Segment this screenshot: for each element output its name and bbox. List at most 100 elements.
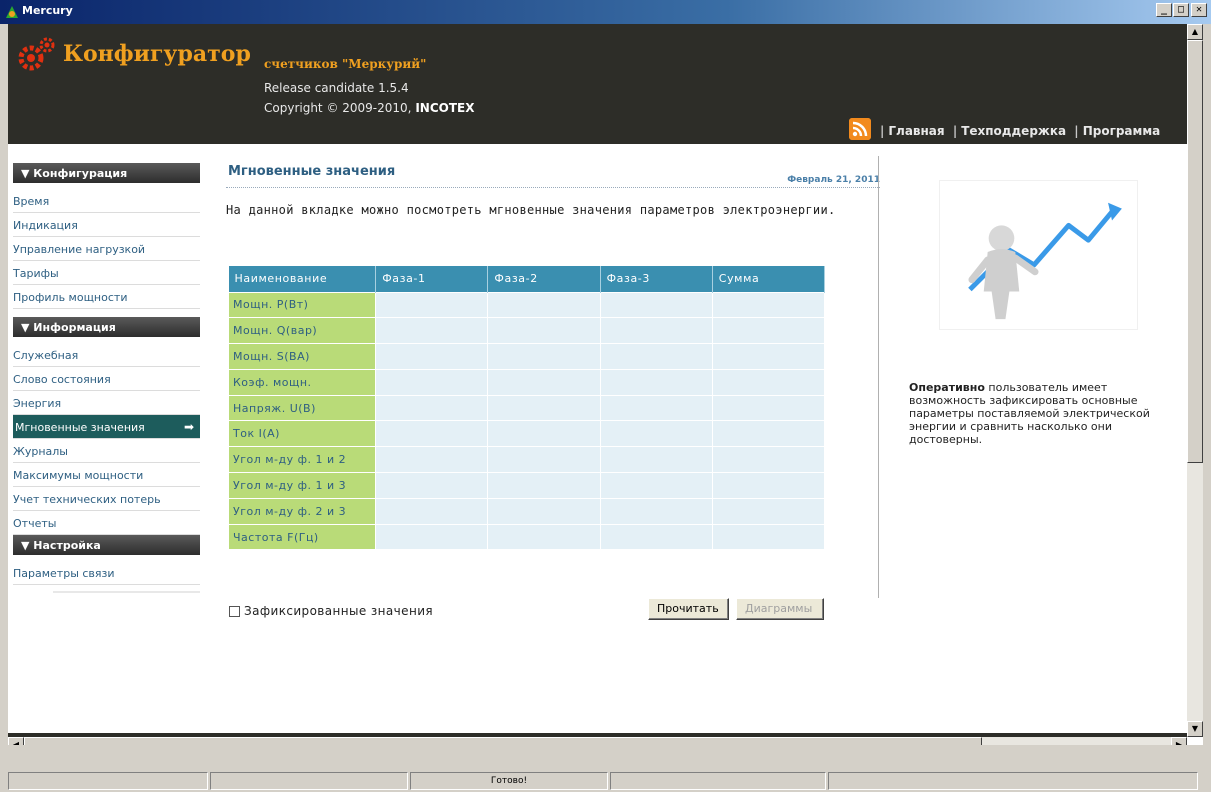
- value-cell: [599, 343, 713, 370]
- browser-viewport: Конфигуратор счетчиков "Меркурий" Releas…: [8, 24, 1203, 745]
- value-cell: [487, 368, 601, 396]
- value-cell: [711, 420, 826, 448]
- value-cell: [711, 497, 826, 525]
- nav-program-link[interactable]: Программа: [1083, 124, 1161, 138]
- col-header: Фаза-1: [375, 266, 489, 292]
- instant-values-table: Наименование Фаза-1 Фаза-2 Фаза-3 Сумма …: [227, 266, 826, 551]
- scroll-left-icon[interactable]: ◀: [8, 737, 24, 745]
- status-message: Готово!: [410, 772, 608, 790]
- value-cell: [487, 291, 601, 319]
- col-header: Фаза-3: [600, 266, 713, 292]
- value-cell: [375, 368, 489, 396]
- value-cell: [711, 343, 826, 370]
- sidebar-item-connection-params[interactable]: Параметры связи: [13, 561, 200, 585]
- column-divider: [878, 156, 879, 598]
- value-cell: [487, 394, 601, 422]
- sidebar-item-service[interactable]: Служебная: [13, 343, 200, 367]
- value-cell: [599, 317, 713, 345]
- value-cell: [599, 420, 713, 448]
- scroll-up-icon[interactable]: ▲: [1187, 24, 1203, 40]
- table-row: Напряж. U(В): [227, 394, 826, 422]
- gears-icon: [18, 37, 55, 71]
- fixed-values-checkbox[interactable]: Зафиксированные значения: [229, 604, 433, 618]
- value-cell: [711, 368, 826, 396]
- row-label: Коэф. мощн.: [227, 368, 377, 396]
- window-title: Mercury: [22, 4, 73, 17]
- value-cell: [375, 394, 489, 422]
- status-pane: [828, 772, 1198, 790]
- row-label: Угол м-ду ф. 1 и 3: [227, 472, 377, 499]
- sidebar-item-power-maximums[interactable]: Максимумы мощности: [13, 463, 200, 487]
- checkbox-box[interactable]: [229, 605, 240, 617]
- col-header: Сумма: [712, 266, 826, 292]
- value-cell: [375, 420, 489, 448]
- sidebar-item-instant-values[interactable]: Мгновенные значения ➡: [13, 415, 200, 439]
- rss-icon[interactable]: [849, 118, 871, 140]
- sidebar-section-info[interactable]: ▼ Информация: [13, 317, 200, 337]
- page-date: Февраль 21, 2011: [787, 175, 880, 185]
- sidebar-section-config[interactable]: ▼ Конфигурация: [13, 163, 200, 183]
- value-cell: [711, 523, 826, 551]
- value-cell: [599, 368, 713, 396]
- value-cell: [375, 343, 489, 370]
- company-name: INCOTEX: [415, 101, 475, 115]
- minimize-button[interactable]: _: [1156, 3, 1172, 17]
- value-cell: [487, 472, 601, 499]
- value-cell: [375, 497, 489, 525]
- value-cell: [375, 472, 489, 499]
- value-cell: [487, 446, 601, 474]
- presenter-chart-illustration: [939, 180, 1138, 330]
- value-cell: [711, 291, 826, 319]
- status-pane: [8, 772, 208, 790]
- sidebar-section-settings[interactable]: ▼ Настройка: [13, 535, 200, 555]
- row-label: Ток I(А): [227, 420, 377, 448]
- row-label: Мощн. P(Вт): [227, 291, 377, 319]
- sidebar-item-time[interactable]: Время: [13, 189, 200, 213]
- sidebar-item-indication[interactable]: Индикация: [13, 213, 200, 237]
- table-row: Мощн. S(ВА): [227, 343, 826, 370]
- value-cell: [375, 446, 489, 474]
- value-cell: [375, 291, 489, 319]
- value-cell: [711, 446, 826, 474]
- nav-support-link[interactable]: Техподдержка: [961, 124, 1066, 138]
- value-cell: [487, 420, 601, 448]
- sidebar-item-tariffs[interactable]: Тарифы: [13, 261, 200, 285]
- table-row: Угол м-ду ф. 1 и 2: [227, 446, 826, 474]
- site-header: Конфигуратор счетчиков "Меркурий" Releas…: [8, 24, 1187, 144]
- sidebar-item-tech-losses[interactable]: Учет технических потерь: [13, 487, 200, 511]
- top-navigation: | Главная | Техподдержка | Программа: [880, 124, 1161, 138]
- brand-subtitle: счетчиков "Меркурий": [264, 57, 427, 71]
- maximize-button[interactable]: □: [1173, 3, 1189, 17]
- row-label: Частота F(Гц): [227, 523, 377, 551]
- vertical-scroll-thumb[interactable]: [1187, 40, 1203, 463]
- fixed-values-label: Зафиксированные значения: [244, 604, 434, 618]
- diagrams-button[interactable]: Диаграммы: [736, 598, 824, 620]
- arrow-right-icon: ➡: [183, 420, 194, 434]
- value-cell: [711, 394, 826, 422]
- value-cell: [487, 523, 601, 551]
- table-row: Ток I(А): [227, 420, 826, 448]
- sidebar-item-status-word[interactable]: Слово состояния: [13, 367, 200, 391]
- sidebar-item-load-control[interactable]: Управление нагрузкой: [13, 237, 200, 261]
- value-cell: [375, 317, 489, 345]
- read-button[interactable]: Прочитать: [648, 598, 729, 620]
- value-cell: [711, 472, 826, 499]
- row-label: Напряж. U(В): [227, 394, 377, 422]
- window-titlebar: Mercury _ □ ✕: [0, 0, 1211, 24]
- table-row: Мощн. P(Вт): [227, 291, 826, 319]
- value-cell: [599, 291, 713, 319]
- sidebar-item-reports[interactable]: Отчеты: [13, 511, 200, 535]
- table-row: Мощн. Q(вар): [227, 317, 826, 345]
- sidebar-item-energy[interactable]: Энергия: [13, 391, 200, 415]
- horizontal-scroll-thumb[interactable]: [24, 737, 982, 745]
- value-cell: [487, 343, 601, 370]
- sidebar-item-journals[interactable]: Журналы: [13, 439, 200, 463]
- nav-home-link[interactable]: Главная: [888, 124, 944, 138]
- horizontal-scrollbar[interactable]: ◀ ▶: [8, 737, 1187, 745]
- row-label: Угол м-ду ф. 1 и 2: [227, 446, 377, 474]
- sidebar-item-power-profile[interactable]: Профиль мощности: [13, 285, 200, 309]
- scroll-right-icon[interactable]: ▶: [1171, 737, 1187, 745]
- scroll-down-icon[interactable]: ▼: [1187, 721, 1203, 737]
- vertical-scrollbar[interactable]: ▲ ▼: [1187, 24, 1203, 737]
- close-button[interactable]: ✕: [1191, 3, 1207, 17]
